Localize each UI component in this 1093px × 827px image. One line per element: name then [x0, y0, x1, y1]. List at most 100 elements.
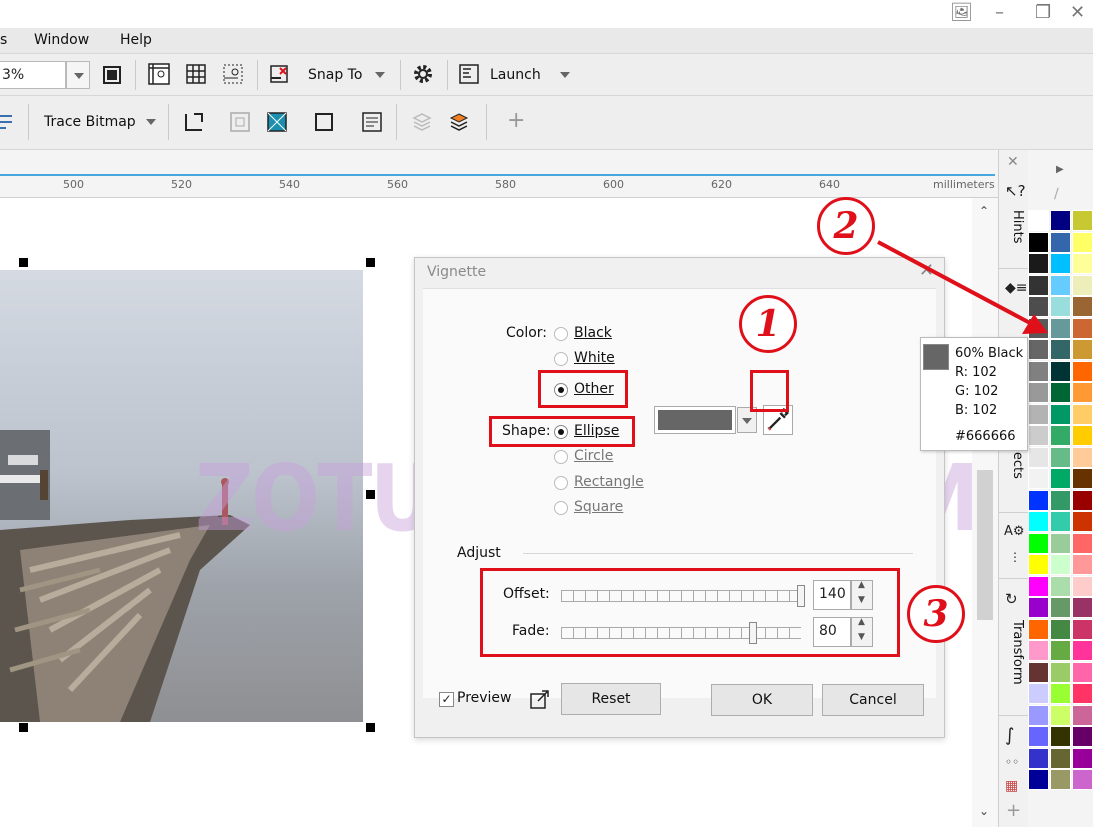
palette-swatch[interactable]: [1072, 726, 1093, 747]
color-white-label[interactable]: White: [574, 350, 615, 366]
palette-swatch[interactable]: [1050, 253, 1071, 274]
palette-swatch[interactable]: [1050, 640, 1071, 661]
palette-swatch[interactable]: [1028, 253, 1049, 274]
docker-close-icon[interactable]: ✕: [1007, 154, 1019, 170]
palette-swatch[interactable]: [1028, 339, 1049, 360]
palette-swatch[interactable]: [1028, 769, 1049, 790]
trace-bitmap-dropdown[interactable]: Trace Bitmap: [44, 114, 136, 130]
palette-swatch[interactable]: [1028, 210, 1049, 231]
reset-button[interactable]: Reset: [561, 683, 661, 715]
horizontal-ruler[interactable]: 500 520 540 560 580 600 620 640 millimeters: [0, 150, 998, 198]
palette-swatch[interactable]: [1050, 231, 1071, 253]
palette-swatch[interactable]: [1028, 403, 1049, 425]
palette-swatch[interactable]: [1072, 532, 1093, 554]
launch-caret-icon[interactable]: [560, 72, 570, 78]
restore-icon[interactable]: ❐: [1035, 2, 1051, 23]
cancel-button[interactable]: Cancel: [822, 684, 924, 716]
resample-icon[interactable]: [228, 110, 252, 134]
color-picker-swatch[interactable]: [654, 406, 736, 434]
palette-swatch[interactable]: [1072, 747, 1093, 769]
bitmap-properties-icon[interactable]: [360, 110, 384, 134]
palette-swatch[interactable]: [1050, 382, 1071, 403]
palette-swatch[interactable]: [1072, 683, 1093, 704]
menu-tools-partial[interactable]: s: [0, 32, 7, 48]
palette-swatch[interactable]: [1072, 468, 1093, 489]
palette-swatch[interactable]: [1050, 489, 1071, 511]
palette-swatch[interactable]: [1028, 683, 1049, 704]
palette-swatch[interactable]: [1050, 683, 1071, 704]
palette-swatch[interactable]: [1050, 661, 1071, 683]
palette-swatch[interactable]: [1050, 274, 1071, 296]
selection-handle[interactable]: [19, 723, 28, 732]
selection-handle[interactable]: [19, 258, 28, 267]
palette-swatch[interactable]: [1072, 425, 1093, 446]
palette-swatch[interactable]: [1028, 231, 1049, 253]
palette-swatch[interactable]: [1050, 425, 1071, 446]
shape-square-radio[interactable]: [554, 501, 568, 515]
palette-swatch[interactable]: [1072, 769, 1093, 790]
palette-swatch[interactable]: [1050, 210, 1071, 231]
color-white-radio[interactable]: [554, 352, 568, 366]
palette-swatch[interactable]: [1072, 360, 1093, 382]
zoom-level-field[interactable]: 3%: [0, 61, 66, 89]
color-black-radio[interactable]: [554, 327, 568, 341]
menu-help[interactable]: Help: [120, 32, 152, 48]
palette-swatch[interactable]: [1028, 640, 1049, 661]
menu-window[interactable]: Window: [34, 32, 89, 48]
palette-swatch[interactable]: [1050, 339, 1071, 360]
bitmap-frame-icon[interactable]: [312, 110, 336, 134]
dialog-close-icon[interactable]: ✕: [919, 260, 934, 281]
palette-swatch[interactable]: [1072, 446, 1093, 468]
hints-pointer-icon[interactable]: ↖?: [1005, 182, 1026, 200]
palette-swatch[interactable]: [1050, 446, 1071, 468]
bitmap-color-mask-icon[interactable]: [265, 110, 289, 134]
palette-swatch[interactable]: [1050, 296, 1071, 317]
grid-icon[interactable]: [184, 62, 208, 86]
palette-swatch[interactable]: [1050, 360, 1071, 382]
palette-swatch[interactable]: [1072, 554, 1093, 575]
color-black-label[interactable]: Black: [574, 325, 612, 341]
palette-swatch[interactable]: [1028, 317, 1049, 339]
palette-swatch[interactable]: [1072, 575, 1093, 597]
properties-fill-icon[interactable]: ◆≡: [1005, 280, 1028, 296]
palette-swatch[interactable]: [1028, 446, 1049, 468]
palette-swatch[interactable]: [1028, 661, 1049, 683]
more-options-icon[interactable]: ⋮: [1009, 550, 1021, 564]
palette-swatch[interactable]: [1072, 210, 1093, 231]
palette-swatch[interactable]: [1028, 575, 1049, 597]
palette-swatch[interactable]: [1072, 597, 1093, 618]
palette-swatch[interactable]: [1072, 704, 1093, 726]
palette-swatch[interactable]: [1050, 511, 1071, 532]
palette-swatch[interactable]: [1050, 468, 1071, 489]
palette-swatch[interactable]: [1072, 317, 1093, 339]
snap-to-caret-icon[interactable]: [375, 72, 385, 78]
launch-icon[interactable]: [457, 62, 481, 86]
palette-swatch[interactable]: [1028, 618, 1049, 640]
palette-swatch[interactable]: [1028, 425, 1049, 446]
palette-swatch[interactable]: [1028, 468, 1049, 489]
palette-swatch[interactable]: [1072, 618, 1093, 640]
palette-swatch[interactable]: [1050, 747, 1071, 769]
palette-swatch[interactable]: [1050, 532, 1071, 554]
palette-swatch[interactable]: [1028, 274, 1049, 296]
shape-circle-radio[interactable]: [554, 450, 568, 464]
close-icon[interactable]: ✕: [1070, 2, 1085, 23]
palette-swatch[interactable]: [1028, 489, 1049, 511]
palette-swatch[interactable]: [1028, 747, 1049, 769]
palette-swatch[interactable]: [1050, 618, 1071, 640]
full-page-icon[interactable]: [100, 63, 124, 87]
palette-swatch[interactable]: [1028, 554, 1049, 575]
user-icon[interactable]: 🖼: [950, 2, 973, 23]
palette-swatch[interactable]: [1028, 726, 1049, 747]
palette-swatch[interactable]: [1028, 532, 1049, 554]
shape-rectangle-label[interactable]: Rectangle: [574, 474, 644, 490]
palette-swatch[interactable]: [1072, 640, 1093, 661]
palette-swatch[interactable]: [1050, 403, 1071, 425]
palette-swatch[interactable]: [1072, 661, 1093, 683]
palette-swatch[interactable]: [1028, 511, 1049, 532]
palette-swatch[interactable]: [1028, 296, 1049, 317]
palette-swatch[interactable]: [1050, 597, 1071, 618]
add-docker-icon[interactable]: +: [1006, 800, 1021, 821]
palette-swatch[interactable]: [1072, 253, 1093, 274]
palette-swatch[interactable]: [1072, 403, 1093, 425]
